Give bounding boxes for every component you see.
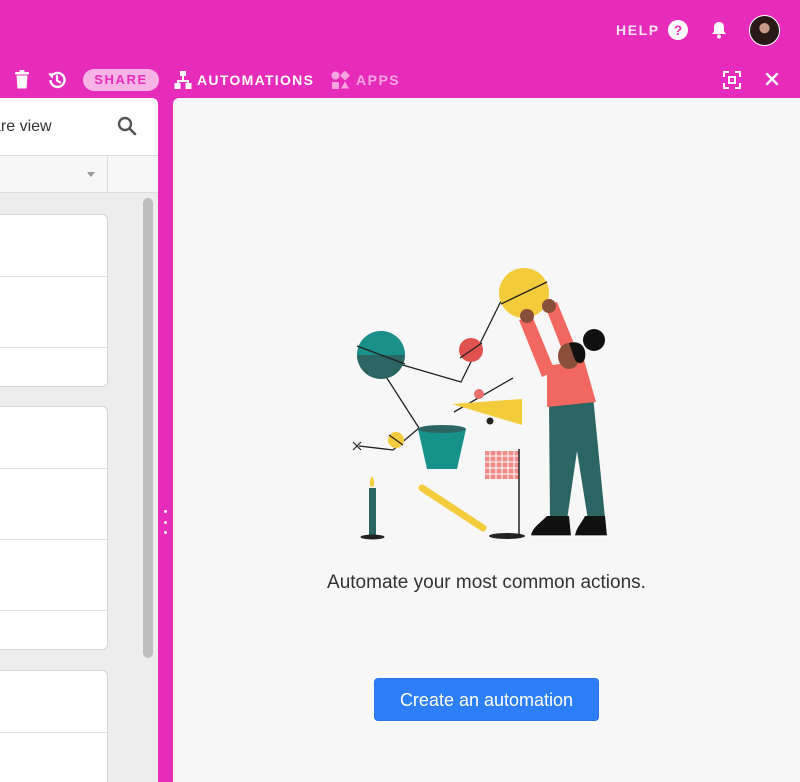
- column-divider: [107, 156, 108, 193]
- share-button[interactable]: SHARE: [83, 69, 159, 91]
- search-icon[interactable]: [117, 116, 137, 136]
- bell-icon[interactable]: [709, 20, 729, 40]
- field-header-row: [0, 156, 158, 193]
- card-divider: [0, 539, 107, 540]
- apps-tab[interactable]: APPS: [331, 68, 400, 92]
- close-icon[interactable]: [765, 72, 779, 86]
- vertical-scrollbar[interactable]: [143, 198, 153, 658]
- base-toolbar: SHARE AUTOMATIONS APPS: [0, 62, 800, 98]
- card-divider: [0, 276, 107, 277]
- create-automation-button[interactable]: Create an automation: [374, 678, 599, 721]
- automations-panel: Automate your most common actions. Creat…: [173, 98, 800, 782]
- card-divider: [0, 347, 107, 348]
- card-divider: [0, 610, 107, 611]
- question-circle-icon[interactable]: ?: [668, 20, 688, 40]
- help-link[interactable]: HELP: [616, 22, 660, 38]
- automations-tab[interactable]: AUTOMATIONS: [174, 68, 314, 92]
- card-divider: [0, 468, 107, 469]
- history-icon[interactable]: [46, 69, 68, 91]
- panel-resize-handle[interactable]: [162, 510, 168, 534]
- view-header: are view: [0, 98, 158, 156]
- record-card[interactable]: [0, 670, 108, 782]
- automations-tab-label: AUTOMATIONS: [197, 72, 315, 88]
- empty-state-message: Automate your most common actions.: [327, 572, 646, 593]
- automations-icon: [174, 71, 192, 89]
- apps-icon: [331, 70, 350, 89]
- record-card[interactable]: [0, 406, 108, 650]
- automation-illustration: [352, 268, 609, 540]
- app-header: HELP ?: [0, 0, 800, 60]
- user-avatar[interactable]: [749, 15, 780, 46]
- view-name[interactable]: are view: [0, 118, 52, 136]
- grid-view-panel: are view: [0, 98, 158, 782]
- card-divider: [0, 732, 107, 733]
- trash-icon[interactable]: [14, 70, 30, 89]
- record-card[interactable]: [0, 214, 108, 387]
- chevron-down-icon[interactable]: [87, 172, 95, 177]
- expand-icon[interactable]: [723, 71, 741, 89]
- apps-tab-label: APPS: [356, 72, 401, 88]
